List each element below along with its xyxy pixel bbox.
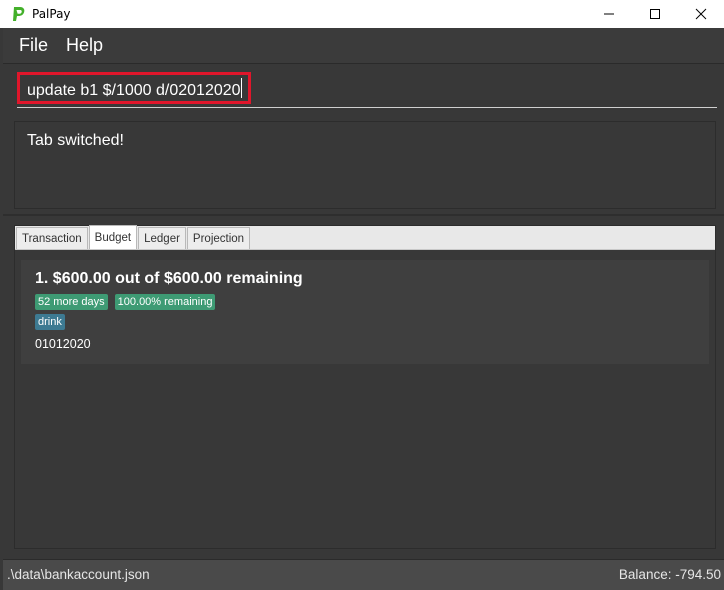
balance-status: Balance: -794.50 — [618, 567, 721, 582]
budget-card[interactable]: 1. $600.00 out of $600.00 remaining 52 m… — [21, 260, 709, 364]
category-badge: drink — [35, 314, 65, 330]
close-icon — [695, 8, 707, 20]
budget-category-row: drink — [35, 314, 72, 330]
days-remaining-badge: 52 more days — [35, 294, 108, 310]
menu-help[interactable]: Help — [66, 35, 103, 56]
maximize-button[interactable] — [632, 0, 678, 28]
tab-ledger[interactable]: Ledger — [138, 227, 186, 249]
result-display: Tab switched! — [14, 121, 716, 209]
budget-tags: 52 more days 100.00% remaining — [35, 294, 222, 310]
tab-transaction[interactable]: Transaction — [16, 227, 88, 249]
window-title: PalPay — [32, 7, 71, 21]
budget-date: 01012020 — [35, 337, 91, 351]
tab-budget[interactable]: Budget — [88, 225, 138, 249]
minimize-icon — [604, 13, 614, 15]
command-input[interactable] — [17, 74, 717, 108]
result-text: Tab switched! — [27, 132, 124, 149]
menu-bar: File Help — [3, 28, 724, 64]
tab-strip: Transaction Budget Ledger Projection — [15, 225, 715, 250]
tab-projection[interactable]: Projection — [186, 227, 251, 249]
minimize-button[interactable] — [586, 0, 632, 28]
title-bar: PalPay — [0, 0, 724, 28]
budget-title: 1. $600.00 out of $600.00 remaining — [35, 270, 303, 287]
percent-remaining-badge: 100.00% remaining — [114, 294, 216, 310]
file-path-status: .\data\bankaccount.json — [7, 567, 150, 582]
window-controls — [586, 0, 724, 28]
status-bar: .\data\bankaccount.json Balance: -794.50 — [3, 559, 724, 590]
command-box — [3, 64, 724, 112]
menu-file[interactable]: File — [19, 35, 48, 56]
app-window: File Help Tab switched! Transaction Budg… — [0, 28, 724, 590]
text-caret — [241, 78, 242, 98]
pane-divider[interactable] — [3, 214, 724, 216]
maximize-icon — [650, 9, 660, 19]
tab-pane: Transaction Budget Ledger Projection 1. … — [14, 225, 716, 549]
close-button[interactable] — [678, 0, 724, 28]
paypal-logo-icon — [13, 7, 25, 21]
